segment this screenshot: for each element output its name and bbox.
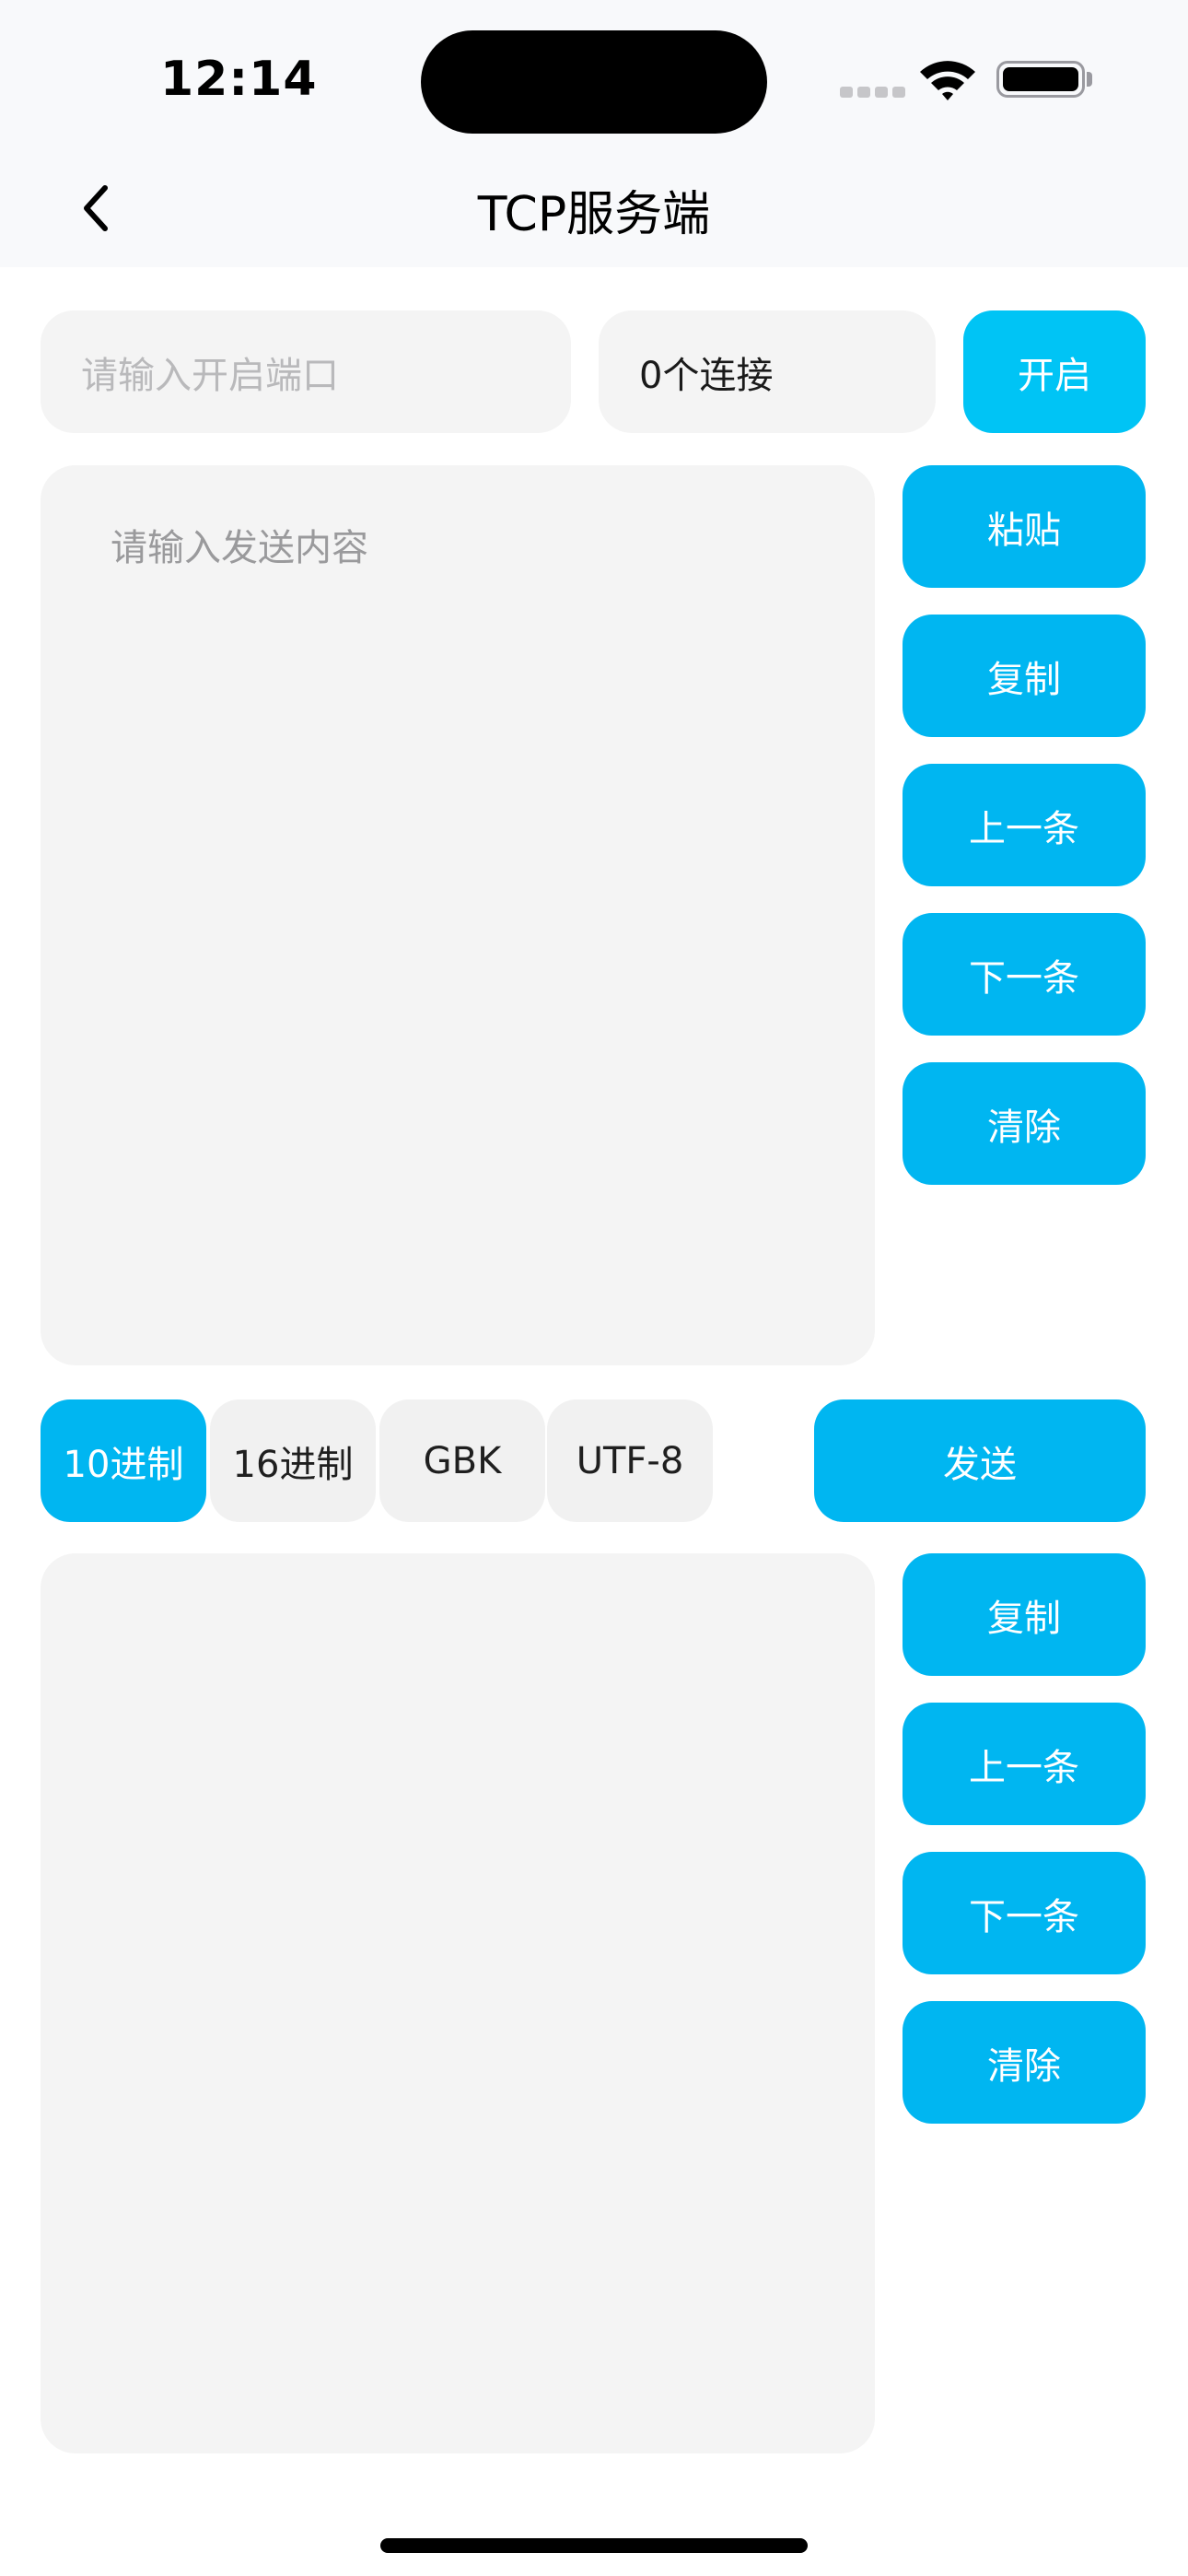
port-input-placeholder: 请输入开启端口 bbox=[81, 354, 339, 397]
status-time: 12:14 bbox=[160, 52, 318, 107]
wifi-icon bbox=[917, 53, 978, 103]
clear-receive-button[interactable]: 清除 bbox=[903, 2001, 1146, 2124]
previous-receive-button[interactable]: 上一条 bbox=[903, 1703, 1146, 1825]
format-decimal-chip[interactable]: 10进制 bbox=[41, 1399, 206, 1522]
dynamic-island bbox=[421, 30, 767, 134]
send-content-placeholder: 请输入发送内容 bbox=[111, 527, 368, 569]
clear-send-button[interactable]: 清除 bbox=[903, 1062, 1146, 1185]
battery-icon bbox=[996, 61, 1085, 98]
paste-button[interactable]: 粘贴 bbox=[903, 465, 1146, 588]
previous-send-button[interactable]: 上一条 bbox=[903, 764, 1146, 886]
cellular-signal-icon bbox=[840, 87, 906, 98]
home-indicator[interactable] bbox=[380, 2538, 808, 2553]
next-send-button[interactable]: 下一条 bbox=[903, 913, 1146, 1036]
battery-tip bbox=[1087, 72, 1092, 87]
copy-send-button[interactable]: 复制 bbox=[903, 615, 1146, 737]
format-hex-chip[interactable]: 16进制 bbox=[210, 1399, 376, 1522]
send-content-input[interactable] bbox=[41, 465, 875, 1365]
send-button[interactable]: 发送 bbox=[814, 1399, 1146, 1522]
format-utf8-chip[interactable]: UTF-8 bbox=[547, 1399, 713, 1522]
open-server-button[interactable]: 开启 bbox=[963, 310, 1146, 433]
page-title: TCP服务端 bbox=[477, 187, 711, 242]
port-input[interactable]: 请输入开启端口 bbox=[41, 310, 571, 433]
next-receive-button[interactable]: 下一条 bbox=[903, 1852, 1146, 1974]
receive-content-area[interactable] bbox=[41, 1553, 875, 2453]
copy-receive-button[interactable]: 复制 bbox=[903, 1553, 1146, 1676]
format-gbk-chip[interactable]: GBK bbox=[379, 1399, 545, 1522]
connections-count: 0个连接 bbox=[599, 310, 936, 433]
